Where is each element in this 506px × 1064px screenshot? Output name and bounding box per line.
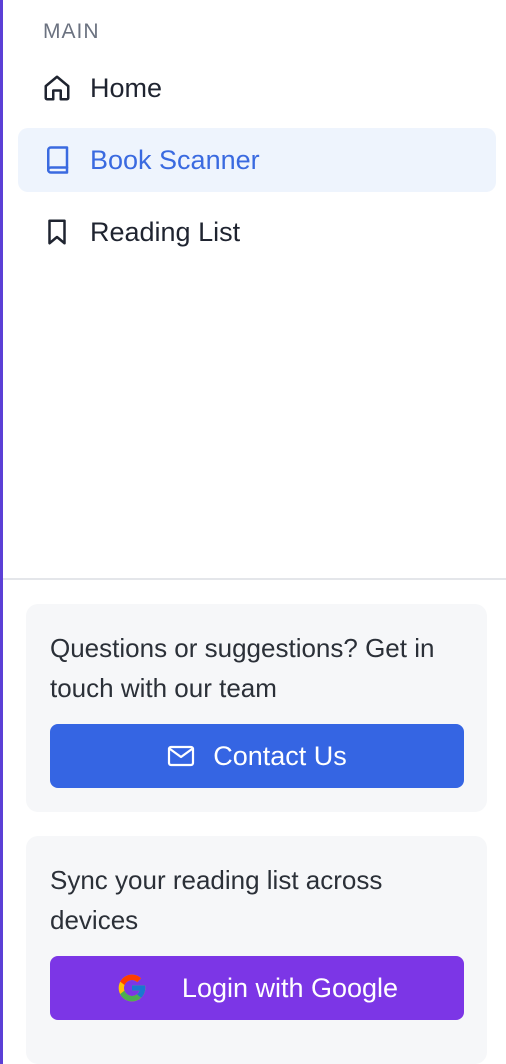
sidebar-item-label: Book Scanner xyxy=(90,144,260,175)
section-label-main: MAIN xyxy=(43,20,100,43)
sync-card: Sync your reading list across devices Lo… xyxy=(26,836,487,1064)
login-with-google-label: Login with Google xyxy=(181,972,399,1003)
mail-icon xyxy=(167,745,195,767)
sidebar-item-reading-list[interactable]: Reading List xyxy=(18,200,496,264)
sync-card-text: Sync your reading list across devices xyxy=(50,865,383,935)
contact-us-button[interactable]: Contact Us xyxy=(50,724,464,788)
book-icon xyxy=(42,145,72,175)
contact-card-text: Questions or suggestions? Get in touch w… xyxy=(50,633,435,703)
bookmark-icon xyxy=(42,217,72,247)
contact-us-label: Contact Us xyxy=(213,740,347,771)
sidebar-item-book-scanner[interactable]: Book Scanner xyxy=(18,128,496,192)
sidebar-item-label: Home xyxy=(90,72,163,103)
sidebar-item-home[interactable]: Home xyxy=(18,56,496,120)
home-icon xyxy=(42,73,72,103)
sidebar-item-label: Reading List xyxy=(90,216,241,247)
login-with-google-button[interactable]: Login with Google xyxy=(50,956,464,1020)
google-icon xyxy=(116,972,148,1004)
contact-card: Questions or suggestions? Get in touch w… xyxy=(26,604,487,812)
sidebar-divider xyxy=(3,578,506,580)
